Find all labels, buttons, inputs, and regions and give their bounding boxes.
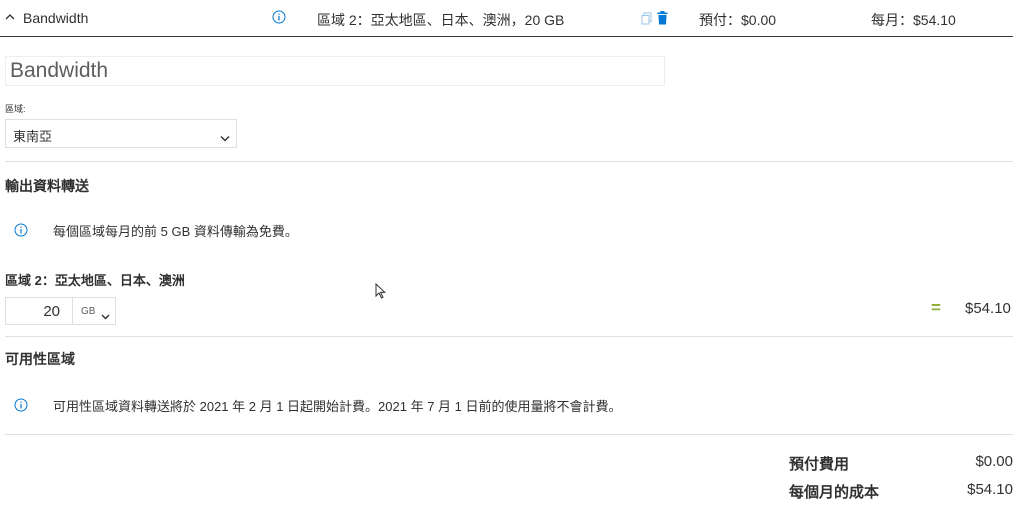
unit-select[interactable]: GB: [72, 297, 116, 325]
copy-icon[interactable]: [641, 12, 652, 25]
free-tier-note: 每個區域每月的前 5 GB 資料傳輸為免費。: [53, 224, 298, 239]
delete-icon[interactable]: [657, 11, 668, 25]
upfront-total-label: 預付費用: [789, 456, 850, 473]
info-icon: [14, 223, 28, 237]
chevron-down-icon: [101, 307, 110, 325]
monthly-total-label: 每個月的成本: [789, 484, 880, 501]
region-selected-value: 東南亞: [13, 129, 53, 144]
equals-sign: =: [931, 298, 941, 317]
mouse-cursor-icon: [375, 283, 386, 299]
service-name: Bandwidth: [23, 10, 89, 26]
outbound-section-title: 輸出資料轉送: [5, 178, 89, 194]
availability-zone-title: 可用性區域: [5, 351, 75, 367]
zone-label: 區域 2：亞太地區、日本、澳洲: [5, 273, 185, 288]
monthly-total-value: $54.10: [967, 481, 1013, 498]
chevron-down-icon: [220, 129, 230, 147]
section-divider: [5, 434, 1013, 435]
quantity-value: 20: [43, 303, 60, 320]
upfront-total-value: $0.00: [975, 453, 1013, 470]
section-divider: [5, 336, 1013, 337]
service-summary: 區域 2：亞太地區、日本、澳洲，20 GB: [317, 12, 565, 28]
line-price: $54.10: [965, 300, 1011, 317]
service-name-input[interactable]: [5, 56, 665, 86]
section-divider: [5, 161, 1013, 162]
header-upfront-cost: 預付：$0.00: [699, 12, 777, 28]
availability-zone-note: 可用性區域資料轉送將於 2021 年 2 月 1 日起開始計費。2021 年 7…: [53, 399, 622, 414]
info-icon[interactable]: [272, 10, 286, 24]
service-header-row[interactable]: Bandwidth 區域 2：亞太地區、日本、澳洲，20 GB 預付：$0.00…: [0, 0, 1013, 37]
quantity-input[interactable]: 20: [5, 297, 73, 325]
region-select[interactable]: 東南亞: [5, 119, 237, 148]
info-icon: [14, 398, 28, 412]
region-label: 區域:: [5, 104, 26, 114]
unit-value: GB: [81, 306, 96, 317]
chevron-up-icon[interactable]: [5, 13, 15, 21]
header-monthly-cost: 每月：$54.10: [871, 12, 956, 28]
